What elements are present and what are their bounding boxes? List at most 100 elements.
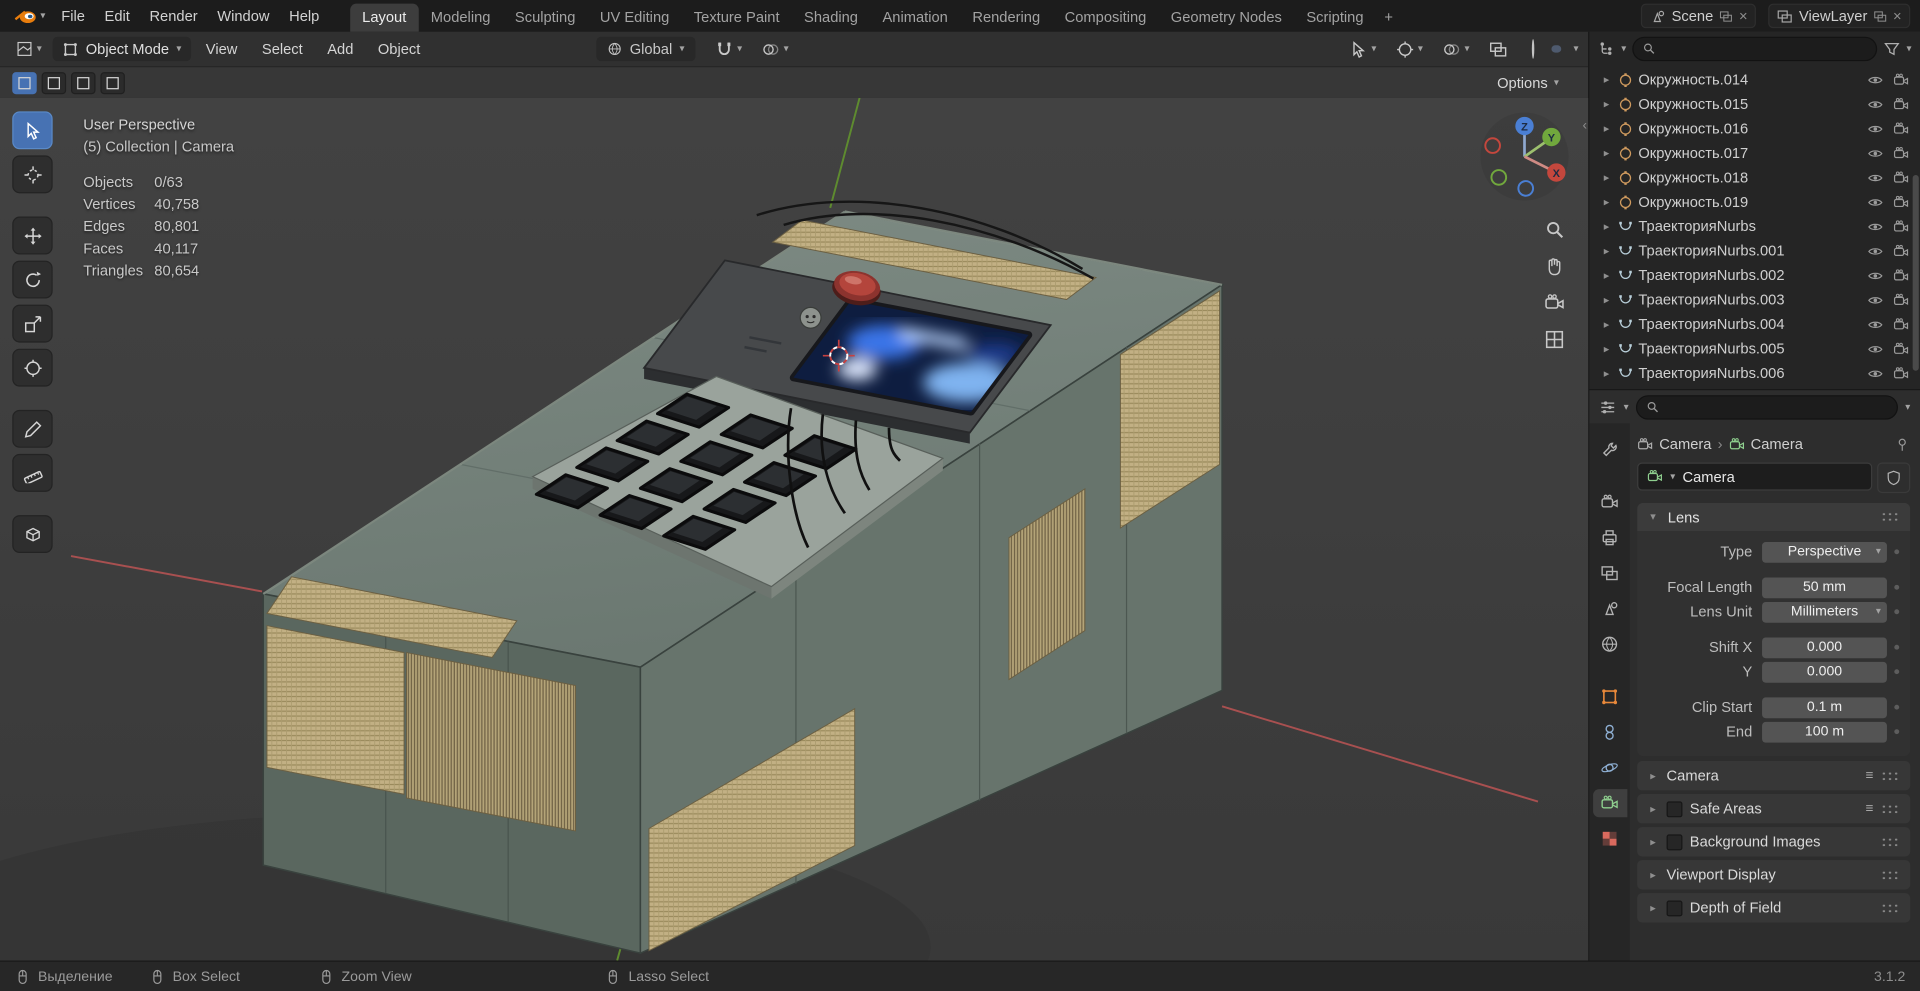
expand-arrow-icon[interactable]: ▸ [1600,244,1612,257]
disable-render-icon[interactable] [1893,121,1909,137]
object-name[interactable]: ТраекторияNurbs.006 [1638,365,1862,382]
lens-unit-dropdown[interactable]: Millimeters ▾ [1762,601,1887,623]
tab-sculpting[interactable]: Sculpting [503,4,588,32]
disable-render-icon[interactable] [1893,218,1909,234]
outliner-search-input[interactable] [1660,38,1868,59]
editor-type-button[interactable]: ▾ [10,37,48,61]
shading-solid-button[interactable] [1540,45,1550,52]
shading-material-button[interactable] [1551,45,1562,53]
animate-decorator[interactable] [1887,729,1905,734]
transform-orientation-dropdown[interactable]: Global ▾ [596,36,696,62]
animate-decorator[interactable] [1887,705,1905,710]
breadcrumb-data[interactable]: Camera [1751,436,1803,453]
scene-selector[interactable]: Scene × [1640,3,1757,29]
hide-eye-icon[interactable] [1867,169,1883,185]
menu-view[interactable]: View [196,37,247,61]
zoom-icon[interactable] [1544,219,1565,240]
section-safe-areas[interactable]: ▸ Safe Areas ≡ [1637,794,1911,824]
expand-arrow-icon[interactable]: ▸ [1600,146,1612,159]
shading-rendered-button[interactable] [1562,45,1572,52]
clip-start-field[interactable]: 0.1 m [1762,696,1887,718]
list-item[interactable]: ▸ ТраекторияNurbs.002 [1589,263,1920,287]
tab-object[interactable] [1592,683,1626,711]
tool-cursor[interactable] [12,155,53,194]
disable-render-icon[interactable] [1893,72,1909,88]
blender-logo-icon[interactable]: ▾ [10,8,50,24]
hide-eye-icon[interactable] [1867,292,1883,308]
shading-dropdown-icon[interactable]: ▾ [1573,43,1578,54]
scene-name[interactable]: Scene [1672,7,1714,24]
presets-menu-icon[interactable]: ≡ [1866,801,1874,816]
menu-file[interactable]: File [53,5,94,27]
mode-dropdown[interactable]: Object Mode ▾ [52,36,192,62]
collapse-arrow-icon[interactable]: ▾ [1647,510,1659,523]
viewlayer-selector[interactable]: ViewLayer × [1768,3,1911,29]
list-item[interactable]: ▸ Окружность.016 [1589,116,1920,140]
datablock-name-field[interactable]: ▾ Camera [1637,462,1873,491]
select-mode-set-button[interactable] [12,71,37,94]
tab-texture-paint[interactable]: Texture Paint [682,4,792,32]
properties-search[interactable] [1635,394,1898,420]
orthographic-grid-icon[interactable] [1544,329,1565,350]
expand-arrow-icon[interactable]: ▸ [1600,171,1612,184]
remove-viewlayer-icon[interactable]: × [1893,7,1902,24]
animate-decorator[interactable] [1887,549,1905,554]
snap-magnet-icon[interactable] [715,40,733,58]
shift-y-field[interactable]: 0.000 [1762,661,1887,683]
expand-arrow-icon[interactable]: ▸ [1600,317,1612,330]
section-background-images[interactable]: ▸ Background Images [1637,827,1911,857]
hide-eye-icon[interactable] [1867,365,1883,381]
tab-render[interactable] [1592,488,1626,516]
object-name[interactable]: ТраекторияNurbs.005 [1638,340,1862,357]
disable-render-icon[interactable] [1893,96,1909,112]
properties-editor-icon[interactable] [1599,398,1616,415]
expand-arrow-icon[interactable]: ▸ [1600,73,1612,86]
hide-eye-icon[interactable] [1867,316,1883,332]
section-camera[interactable]: ▸ Camera ≡ [1637,761,1911,791]
animate-decorator[interactable] [1887,585,1905,590]
select-mode-invert-button[interactable] [100,71,125,94]
hide-eye-icon[interactable] [1867,96,1883,112]
outliner-search[interactable] [1632,36,1878,61]
expand-arrow-icon[interactable]: ▸ [1600,220,1612,233]
expand-arrow-icon[interactable]: ▸ [1600,97,1612,110]
tab-world[interactable] [1592,630,1626,658]
tab-tool[interactable] [1592,436,1626,464]
xray-toggle-icon[interactable] [1489,40,1507,58]
focal-length-field[interactable]: 50 mm [1762,576,1887,598]
disable-render-icon[interactable] [1893,194,1909,210]
overlays-toggle-icon[interactable] [1442,40,1460,58]
tab-constraints[interactable] [1592,718,1626,746]
panel-collapse-arrow[interactable]: ‹ [1582,119,1586,134]
expand-arrow-icon[interactable]: ▸ [1600,342,1612,355]
list-item[interactable]: ▸ ТраекторияNurbs [1589,214,1920,238]
gizmos-toggle-icon[interactable] [1396,40,1414,58]
hide-eye-icon[interactable] [1867,121,1883,137]
tab-uv-editing[interactable]: UV Editing [588,4,682,32]
options-dropdown[interactable]: Options ▾ [1487,72,1568,94]
filter-icon[interactable] [1883,40,1900,57]
navigation-gizmo[interactable]: Z Y X [1476,108,1574,210]
list-item[interactable]: ▸ Окружность.017 [1589,141,1920,165]
select-mode-extend-button[interactable] [41,71,67,94]
list-item[interactable]: ▸ ТраекторияNurbs.001 [1589,239,1920,263]
object-name[interactable]: Окружность.014 [1638,71,1862,88]
properties-editor-dropdown-icon[interactable]: ▾ [1624,401,1629,412]
new-viewlayer-icon[interactable] [1873,9,1886,22]
outliner-editor-dropdown-icon[interactable]: ▾ [1621,43,1626,53]
disable-render-icon[interactable] [1893,145,1909,161]
object-name[interactable]: ТраекторияNurbs.004 [1638,316,1862,333]
list-item[interactable]: ▸ Окружность.014 [1589,67,1920,91]
object-name[interactable]: ТраекторияNurbs.001 [1638,242,1862,259]
tab-compositing[interactable]: Compositing [1052,4,1158,32]
tab-object-data[interactable] [1592,789,1627,818]
gizmo-x-label[interactable]: X [1553,168,1561,180]
menu-help[interactable]: Help [281,5,328,27]
menu-edit[interactable]: Edit [96,5,138,27]
menu-select[interactable]: Select [252,37,312,61]
list-item[interactable]: ▸ ТраекторияNurbs.004 [1589,312,1920,336]
tab-physics[interactable] [1592,754,1626,782]
fake-user-button[interactable] [1877,462,1911,494]
presets-menu-icon[interactable]: ≡ [1866,768,1874,783]
camera-view-icon[interactable] [1544,292,1565,313]
